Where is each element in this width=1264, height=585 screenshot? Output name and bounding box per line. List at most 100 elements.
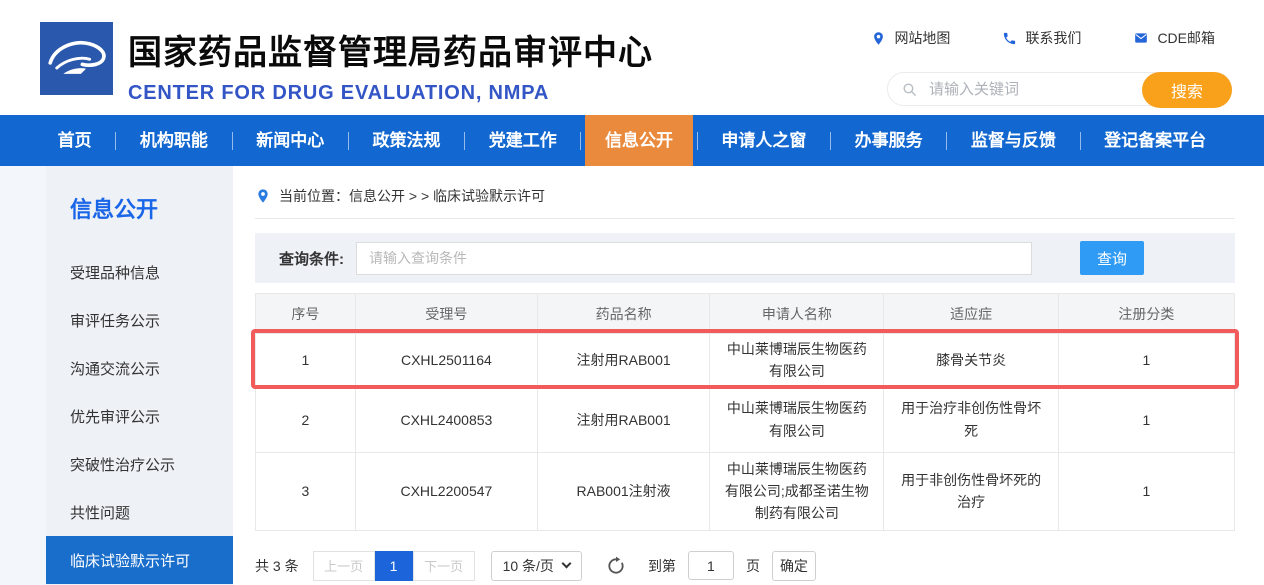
breadcrumb: 当前位置：信息公开 > > 临床试验默示许可 — [255, 186, 1235, 219]
nav-separator — [232, 132, 233, 150]
nav-separator — [697, 132, 698, 150]
site-map-link[interactable]: 网站地图 — [871, 28, 950, 48]
cell-acceptance-no: CXHL2501164 — [355, 334, 537, 388]
column-header: 序号 — [256, 294, 356, 334]
sidebar-item-communication-publicity[interactable]: 沟通交流公示 — [46, 344, 233, 392]
table-row: 1CXHL2501164注射用RAB001中山莱博瑞辰生物医药有限公司膝骨关节炎… — [256, 334, 1235, 388]
column-header: 申请人名称 — [710, 294, 884, 334]
cell-applicant: 中山莱博瑞辰生物医药有限公司;成都圣诺生物制药有限公司 — [710, 452, 884, 530]
cell-seq: 3 — [256, 452, 356, 530]
left-rail — [0, 166, 46, 585]
pager: 上一页 1 下一页 — [313, 551, 475, 581]
nav-item-registration-platform[interactable]: 登记备案平台 — [1084, 115, 1226, 166]
contact-us-link[interactable]: 联系我们 — [1002, 28, 1081, 48]
next-page-button[interactable]: 下一页 — [413, 551, 475, 581]
chevron-down-icon — [561, 559, 571, 569]
nav-item-applicant-window[interactable]: 申请人之窗 — [701, 115, 826, 166]
results-table: 序号受理号药品名称申请人名称适应症注册分类 1CXHL2501164注射用RAB… — [255, 293, 1235, 531]
nav-separator — [348, 132, 349, 150]
cell-reg-class: 1 — [1058, 334, 1234, 388]
results-table-wrap: 序号受理号药品名称申请人名称适应症注册分类 1CXHL2501164注射用RAB… — [255, 293, 1235, 531]
envelope-icon — [1133, 31, 1149, 45]
query-input[interactable] — [356, 242, 1032, 275]
column-header: 注册分类 — [1058, 294, 1234, 334]
cde-logo-swoosh-icon — [40, 22, 113, 95]
goto-suffix: 页 — [746, 556, 760, 576]
cell-acceptance-no: CXHL2200547 — [355, 452, 537, 530]
table-row: 2CXHL2400853注射用RAB001中山莱博瑞辰生物医药有限公司用于治疗非… — [256, 387, 1235, 452]
sidebar-title: 信息公开 — [46, 192, 233, 224]
nav-separator — [115, 132, 116, 150]
nav-item-info-disclosure[interactable]: 信息公开 — [585, 115, 693, 166]
nav-separator — [464, 132, 465, 150]
refresh-icon[interactable] — [606, 556, 626, 576]
cell-applicant: 中山莱博瑞辰生物医药有限公司 — [710, 334, 884, 388]
nav-separator — [1080, 132, 1081, 150]
sidebar-item-common-issues[interactable]: 共性问题 — [46, 488, 233, 536]
goto-page-group: 到第 页 确定 — [648, 551, 816, 581]
cde-mail-link[interactable]: CDE邮箱 — [1133, 28, 1215, 48]
search-icon — [901, 81, 918, 98]
table-row: 3CXHL2200547RAB001注射液中山莱博瑞辰生物医药有限公司;成都圣诺… — [256, 452, 1235, 530]
contact-us-link-label: 联系我们 — [1025, 28, 1081, 48]
header-quick-links: 网站地图 联系我们 CDE邮箱 — [871, 28, 1215, 48]
cell-acceptance-no: CXHL2400853 — [355, 387, 537, 452]
cde-mail-link-label: CDE邮箱 — [1157, 28, 1215, 48]
cell-applicant: 中山莱博瑞辰生物医药有限公司 — [710, 387, 884, 452]
cell-reg-class: 1 — [1058, 452, 1234, 530]
query-button[interactable]: 查询 — [1080, 241, 1144, 275]
search-button[interactable]: 搜索 — [1142, 72, 1232, 108]
sidebar-item-breakthrough-therapy-publicity[interactable]: 突破性治疗公示 — [46, 440, 233, 488]
total-count-text: 共 3 条 — [255, 556, 299, 576]
cell-seq: 1 — [256, 334, 356, 388]
main-nav: 首页机构职能新闻中心政策法规党建工作信息公开申请人之窗办事服务监督与反馈登记备案… — [0, 115, 1264, 166]
site-subtitle: CENTER FOR DRUG EVALUATION, NMPA — [128, 82, 653, 105]
sidebar-item-review-task-publicity[interactable]: 审评任务公示 — [46, 296, 233, 344]
nav-item-party-building[interactable]: 党建工作 — [469, 115, 577, 166]
nav-item-supervision-feedback[interactable]: 监督与反馈 — [951, 115, 1076, 166]
sidebar-item-clinical-trial-implied-license[interactable]: 临床试验默示许可 — [46, 536, 233, 584]
site-title: 国家药品监督管理局药品审评中心 — [128, 25, 653, 74]
sidebar: 信息公开 受理品种信息审评任务公示沟通交流公示优先审评公示突破性治疗公示共性问题… — [46, 166, 233, 585]
cell-reg-class: 1 — [1058, 387, 1234, 452]
cell-drug-name: 注射用RAB001 — [537, 334, 709, 388]
cell-indication: 用于非创伤性骨坏死的治疗 — [884, 452, 1058, 530]
column-header: 适应症 — [884, 294, 1058, 334]
cde-logo — [40, 22, 113, 95]
nav-item-home[interactable]: 首页 — [38, 115, 112, 166]
sidebar-items: 受理品种信息审评任务公示沟通交流公示优先审评公示突破性治疗公示共性问题临床试验默… — [46, 248, 233, 584]
location-pin-icon — [255, 188, 271, 204]
site-header: 国家药品监督管理局药品审评中心 CENTER FOR DRUG EVALUATI… — [0, 0, 1264, 115]
sidebar-item-priority-review-publicity[interactable]: 优先审评公示 — [46, 392, 233, 440]
goto-page-input[interactable] — [688, 551, 734, 580]
confirm-button[interactable]: 确定 — [772, 551, 816, 581]
cell-seq: 2 — [256, 387, 356, 452]
column-header: 受理号 — [355, 294, 537, 334]
prev-page-button[interactable]: 上一页 — [313, 551, 375, 581]
table-header-row: 序号受理号药品名称申请人名称适应症注册分类 — [256, 294, 1235, 334]
nav-item-policies-regulations[interactable]: 政策法规 — [352, 115, 460, 166]
page-size-value: 10 条/页 — [503, 556, 554, 576]
breadcrumb-text: 当前位置：信息公开 > > 临床试验默示许可 — [279, 186, 545, 206]
page-number-button[interactable]: 1 — [375, 551, 413, 581]
page-size-select[interactable]: 10 条/页 — [491, 551, 582, 581]
nav-separator — [580, 132, 581, 150]
main-panel: 当前位置：信息公开 > > 临床试验默示许可 查询条件: 查询 序号受理号药品名… — [233, 166, 1264, 585]
sidebar-item-accepted-varieties[interactable]: 受理品种信息 — [46, 248, 233, 296]
site-title-block: 国家药品监督管理局药品审评中心 CENTER FOR DRUG EVALUATI… — [128, 25, 653, 105]
query-panel: 查询条件: 查询 — [255, 233, 1235, 283]
column-header: 药品名称 — [537, 294, 709, 334]
nav-item-news-center[interactable]: 新闻中心 — [236, 115, 344, 166]
site-map-link-label: 网站地图 — [894, 28, 950, 48]
query-label: 查询条件: — [279, 248, 344, 269]
nav-separator — [946, 132, 947, 150]
goto-label: 到第 — [648, 556, 676, 576]
phone-icon — [1002, 31, 1017, 46]
cell-indication: 用于治疗非创伤性骨坏死 — [884, 387, 1058, 452]
cell-drug-name: RAB001注射液 — [537, 452, 709, 530]
content-area: 信息公开 受理品种信息审评任务公示沟通交流公示优先审评公示突破性治疗公示共性问题… — [0, 166, 1264, 585]
nav-item-org-functions[interactable]: 机构职能 — [120, 115, 228, 166]
cell-indication: 膝骨关节炎 — [884, 334, 1058, 388]
nav-item-services[interactable]: 办事服务 — [835, 115, 943, 166]
location-pin-icon — [871, 31, 886, 46]
